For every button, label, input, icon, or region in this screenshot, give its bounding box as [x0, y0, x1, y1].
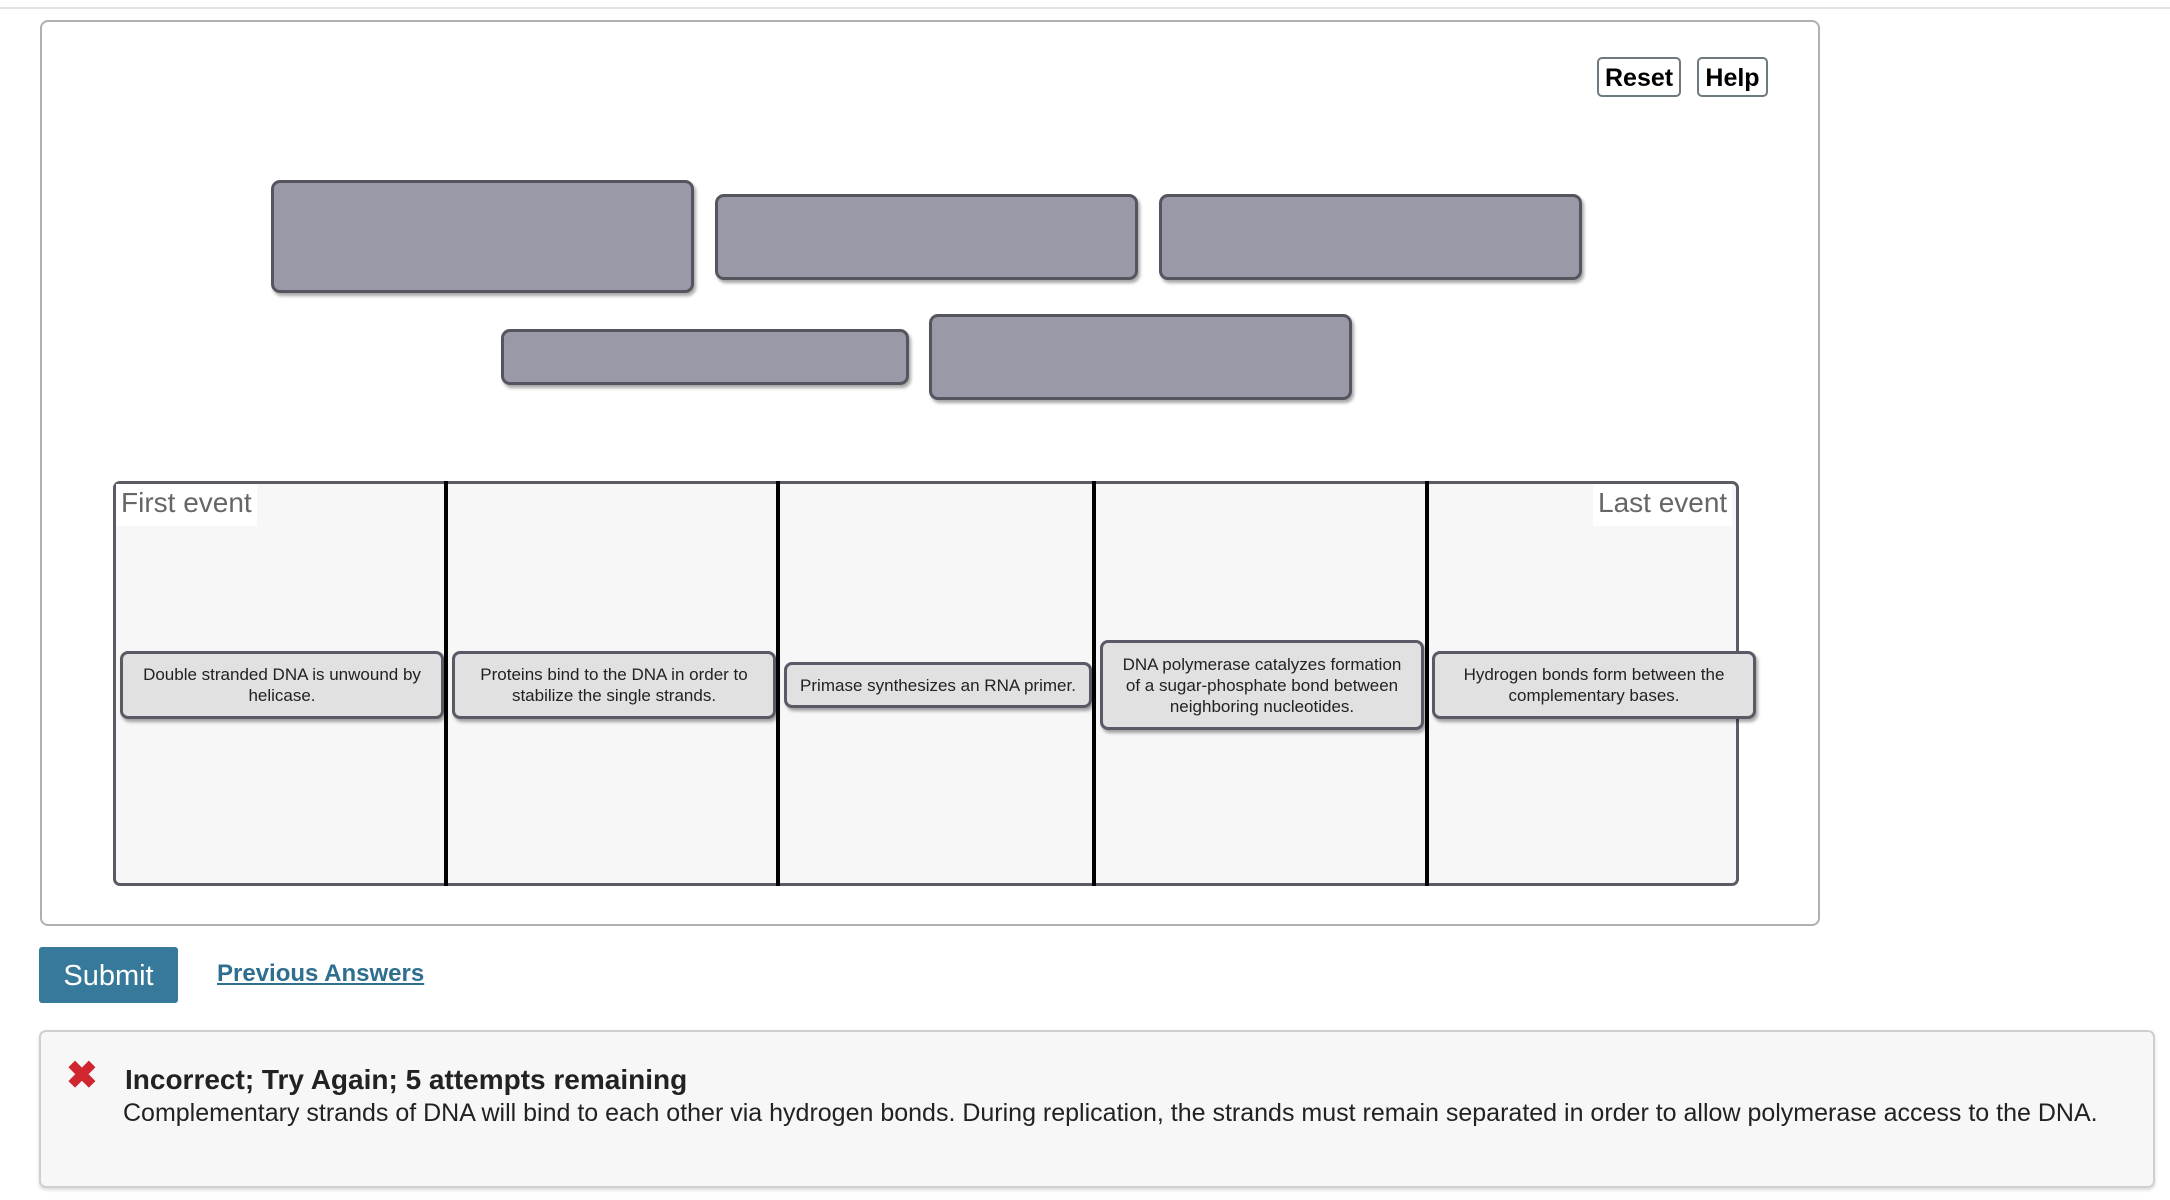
event-card[interactable]: Proteins bind to the DNA in order to sta… — [452, 651, 776, 719]
event-card[interactable]: Double stranded DNA is unwound by helica… — [120, 651, 444, 719]
event-card[interactable]: Primase synthesizes an RNA primer. — [784, 662, 1092, 708]
first-event-label: First event — [116, 484, 257, 526]
feedback-title: Incorrect; Try Again; 5 attempts remaini… — [125, 1064, 688, 1095]
event-card-text: Double stranded DNA is unwound by helica… — [143, 665, 421, 705]
event-card[interactable]: Hydrogen bonds form between the compleme… — [1432, 651, 1756, 719]
answer-bank-slot[interactable] — [271, 180, 694, 293]
submit-button[interactable]: Submit — [39, 947, 178, 1003]
help-button[interactable]: Help — [1697, 57, 1768, 97]
answer-bank-slot[interactable] — [929, 314, 1352, 400]
timeline-column-divider — [1425, 481, 1429, 886]
answer-bank-slot[interactable] — [715, 194, 1138, 280]
answer-bank-slot[interactable] — [1159, 194, 1582, 280]
feedback-message: Complementary strands of DNA will bind t… — [123, 1099, 2098, 1127]
x-mark-icon: ✖ — [66, 1055, 98, 1097]
event-card-text: Hydrogen bonds form between the compleme… — [1463, 665, 1725, 705]
top-divider — [0, 7, 2170, 9]
event-card-text: DNA polymerase catalyzes formation of a … — [1122, 654, 1402, 716]
event-card-text: Primase synthesizes an RNA primer. — [800, 675, 1076, 695]
reset-button[interactable]: Reset — [1597, 57, 1681, 97]
last-event-label: Last event — [1593, 484, 1733, 526]
event-card-text: Proteins bind to the DNA in order to sta… — [480, 665, 748, 705]
timeline-column-divider — [776, 481, 780, 886]
previous-answers-link[interactable]: Previous Answers — [217, 958, 424, 990]
answer-bank-slot[interactable] — [501, 329, 909, 385]
event-card[interactable]: DNA polymerase catalyzes formation of a … — [1100, 640, 1424, 730]
timeline-column-divider — [1092, 481, 1096, 886]
timeline-column-divider — [444, 481, 448, 886]
